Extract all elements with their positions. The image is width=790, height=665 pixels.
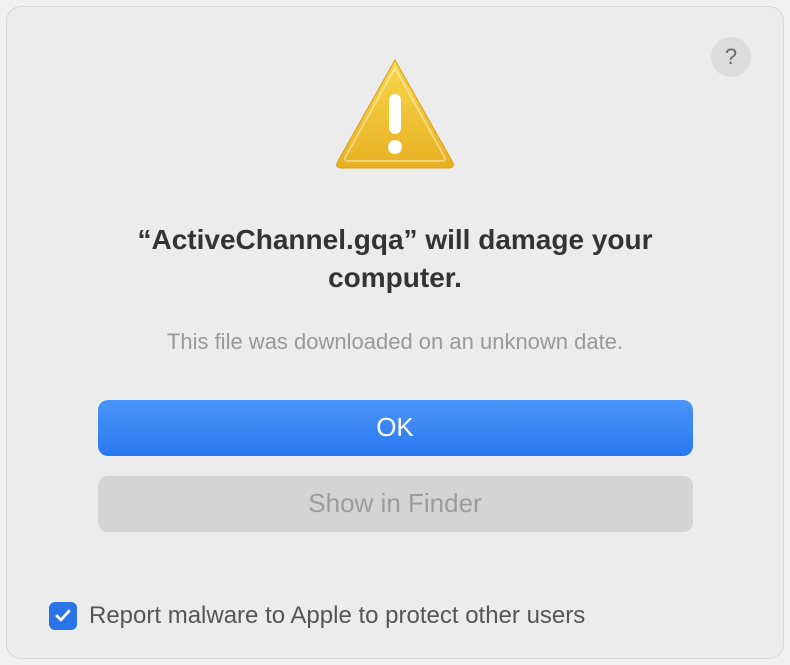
help-button[interactable]: ? (711, 37, 751, 77)
title-quote-open: “ (137, 224, 151, 255)
warning-icon (330, 54, 460, 179)
report-malware-checkbox[interactable] (49, 602, 77, 630)
report-malware-row: Report malware to Apple to protect other… (49, 602, 585, 630)
dialog-title: “ActiveChannel.gqa” will damage your com… (95, 221, 695, 297)
report-malware-label: Report malware to Apple to protect other… (89, 602, 585, 630)
alert-dialog: ? “ActiveChannel.gqa” will damage your c… (7, 7, 783, 658)
help-icon: ? (725, 44, 737, 70)
show-in-finder-button[interactable]: Show in Finder (98, 476, 693, 532)
buttons-container: OK Show in Finder (98, 400, 693, 532)
ok-button[interactable]: OK (98, 400, 693, 456)
dialog-subtitle: This file was downloaded on an unknown d… (167, 329, 623, 355)
checkmark-icon (53, 606, 73, 626)
title-filename: ActiveChannel.gqa (151, 224, 403, 255)
